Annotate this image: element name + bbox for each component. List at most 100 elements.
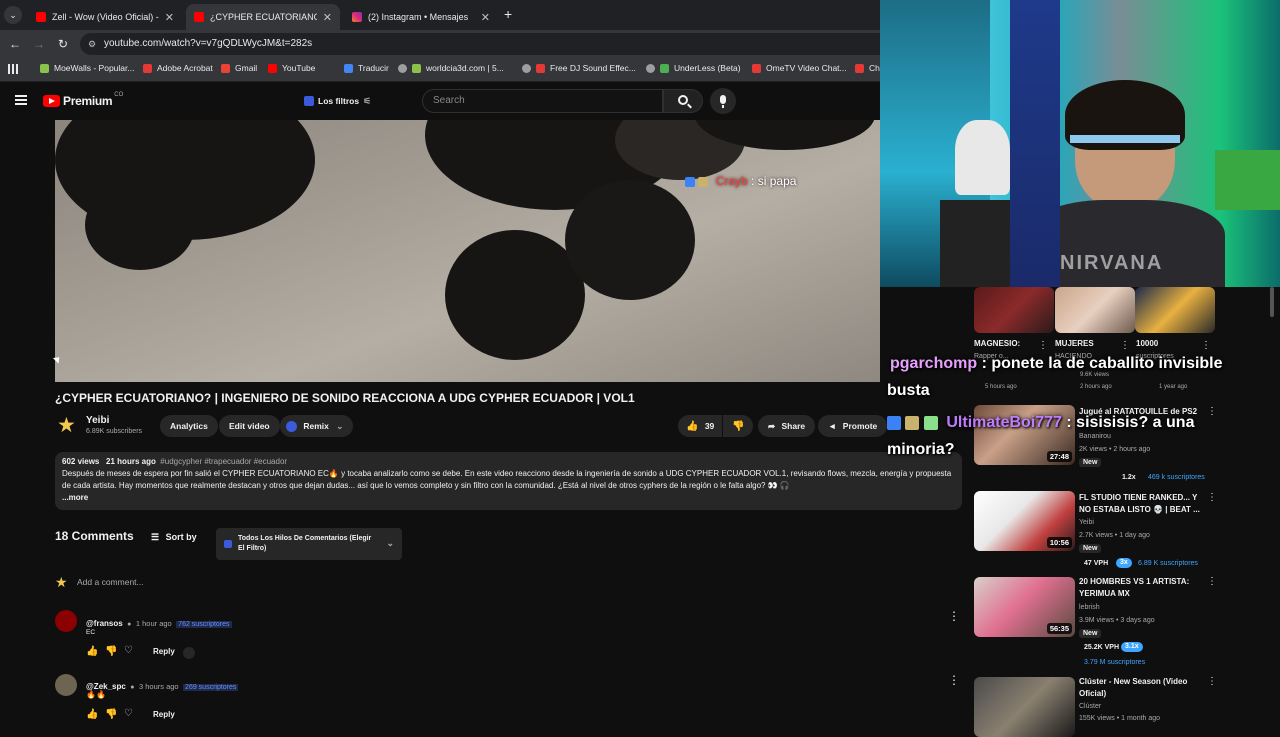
close-tab-icon[interactable]: ✕ [165,11,174,24]
multiplier-badge: 3.1x [1121,642,1143,652]
remix-button[interactable]: Remix ⌄ [280,415,354,437]
new-tab-button[interactable]: + [504,6,512,22]
edit-video-button[interactable]: Edit video [219,415,280,437]
channel-name[interactable]: Clúster [1079,702,1101,712]
video-thumbnail[interactable] [1135,287,1215,333]
bookmark-underless[interactable]: UnderLess (Beta) [646,63,741,73]
comment-author[interactable]: @fransos [86,619,123,628]
channel-name[interactable]: Yeibi [86,415,109,426]
video-title[interactable]: FL STUDIO TIENE RANKED... Y [1079,492,1197,504]
search-input[interactable]: Search [422,89,663,113]
more-options-icon[interactable]: ⋮ [948,609,960,623]
more-options-icon[interactable]: ⋮ [1201,340,1211,351]
bookmark-moewalls[interactable]: MoeWalls - Popular... [40,63,134,73]
bookmark-free-dj[interactable]: Free DJ Sound Effec... [522,63,636,73]
reply-button[interactable]: Reply [153,647,175,656]
bookmark-label: OmeTV Video Chat... [766,63,847,73]
reload-icon[interactable]: ↻ [55,36,71,52]
search-button[interactable] [663,89,703,113]
tab-menu-button[interactable]: ⌄ [4,6,22,24]
hamburger-menu-icon[interactable] [15,95,27,105]
channel-avatar[interactable]: ★ [56,414,78,437]
site-info-icon[interactable]: ⚙ [88,33,96,55]
add-comment-input[interactable]: Add a comment... [77,577,144,587]
bookmark-label: Traducir [358,63,389,73]
dislike-button[interactable]: 👎 [723,415,753,437]
video-thumbnail[interactable] [1055,287,1135,333]
video-title[interactable]: 10000 [1136,338,1158,350]
channel-name[interactable]: Yeibi [1079,518,1094,528]
analytics-button[interactable]: Analytics [160,415,218,437]
thumbs-down-icon[interactable]: 👎 [105,646,117,657]
more-options-icon[interactable]: ⋮ [1207,576,1217,587]
multiplier-badge: 3x [1116,558,1132,568]
bookmark-ometv[interactable]: OmeTV Video Chat... [752,63,847,73]
video-thumbnail[interactable] [974,287,1054,333]
bookmark-gmail[interactable]: Gmail [221,63,257,73]
comment-filter-dropdown[interactable]: Todos Los Hilos De Comentarios (Elegir E… [216,528,402,560]
thumbs-up-icon[interactable]: 👍 [86,709,98,720]
thumbs-up-icon[interactable]: 👍 [86,646,98,657]
video-title[interactable]: Clúster - New Season (Video [1079,676,1187,688]
more-options-icon[interactable]: ⋮ [1038,340,1048,351]
comment-time[interactable]: 3 hours ago [139,682,179,691]
video-title[interactable]: 20 HOMBRES VS 1 ARTISTA: [1079,576,1189,588]
voice-search-button[interactable] [710,88,736,114]
tab-zell-wow[interactable]: Zell - Wow (Video Oficial) - You ✕ [28,4,182,30]
video-title[interactable]: MAGNESIO: [974,338,1020,350]
more-options-icon[interactable]: ⋮ [1120,340,1130,351]
chevron-down-icon: ⌄ [336,421,344,431]
bookmark-adobe-acrobat[interactable]: Adobe Acrobat [143,63,213,73]
tab-cypher-ecuatoriano[interactable]: ¿CYPHER ECUATORIANO? | ING ✕ [186,4,340,30]
webcam-shape [1070,135,1180,143]
video-title[interactable]: MUJERES [1055,338,1094,350]
comment-time[interactable]: 1 hour ago [136,619,172,628]
thumbs-down-icon[interactable]: 👎 [105,709,117,720]
video-title-line2[interactable]: Oficial) [1079,688,1106,700]
acrobat-icon [143,63,152,73]
show-more-link[interactable]: ...more [62,492,955,504]
heart-icon[interactable]: ♡ [124,645,133,656]
heart-icon[interactable]: ♡ [124,708,133,719]
video-thumbnail[interactable] [974,677,1075,737]
video-title-line2[interactable]: NO ESTABA LISTO 💀 | BEAT ... [1079,504,1200,516]
share-button[interactable]: ➦ Share [758,415,816,437]
apps-grid-icon[interactable] [8,64,18,74]
back-icon[interactable]: ← [7,36,23,52]
channel-name[interactable]: lebrish [1079,603,1100,613]
sort-by-button[interactable]: ☰ Sort by [151,532,197,543]
video-thumbnail[interactable]: 56:35 [974,577,1075,637]
reply-button[interactable]: Reply [153,710,175,719]
close-tab-icon[interactable]: ✕ [323,11,332,24]
bookmark-worldcia3d[interactable]: worldcia3d.com | 5... [398,63,504,73]
more-options-icon[interactable]: ⋮ [1207,406,1217,417]
bookmark-label: Adobe Acrobat [157,63,213,73]
more-options-icon[interactable]: ⋮ [1207,676,1217,687]
youtube-favicon-icon [194,12,204,22]
more-options-icon[interactable]: ⋮ [1207,492,1217,503]
address-bar[interactable]: ⚙ youtube.com/watch?v=v7gQDLWycJM&t=282s [80,33,880,55]
bookmark-youtube[interactable]: YouTube [268,63,315,73]
video-player[interactable] [55,120,880,382]
youtube-icon [268,63,277,73]
tab-instagram[interactable]: (2) Instagram • Mensajes ✕ [344,4,498,30]
video-thumbnail[interactable]: 10:56 [974,491,1075,551]
bookmark-ch[interactable]: Ch [855,63,880,73]
forward-icon[interactable]: → [31,36,47,52]
filters-chip[interactable]: Los filtros ⚟ [298,91,377,111]
bookmark-traducir[interactable]: Traducir [344,63,389,73]
like-button[interactable]: 👍 39 [678,415,722,437]
filter-badge-icon [304,96,314,106]
description-box[interactable]: 602 views 21 hours ago #udgcypher #trape… [55,452,962,510]
more-options-icon[interactable]: ⋮ [948,673,960,687]
channel-name[interactable]: Bananirou [1079,432,1111,442]
globe-icon [646,63,655,73]
remix-icon [286,421,297,433]
promote-button[interactable]: ◄ Promote [818,415,888,437]
youtube-logo[interactable]: Premium CO [43,92,123,108]
premium-logo-text: Premium [63,94,113,108]
video-meta: 155K views • 1 month ago [1079,715,1161,722]
video-title-line2[interactable]: YERIMUA MX [1079,588,1130,600]
scrollbar[interactable] [1270,287,1274,317]
close-tab-icon[interactable]: ✕ [481,11,490,24]
